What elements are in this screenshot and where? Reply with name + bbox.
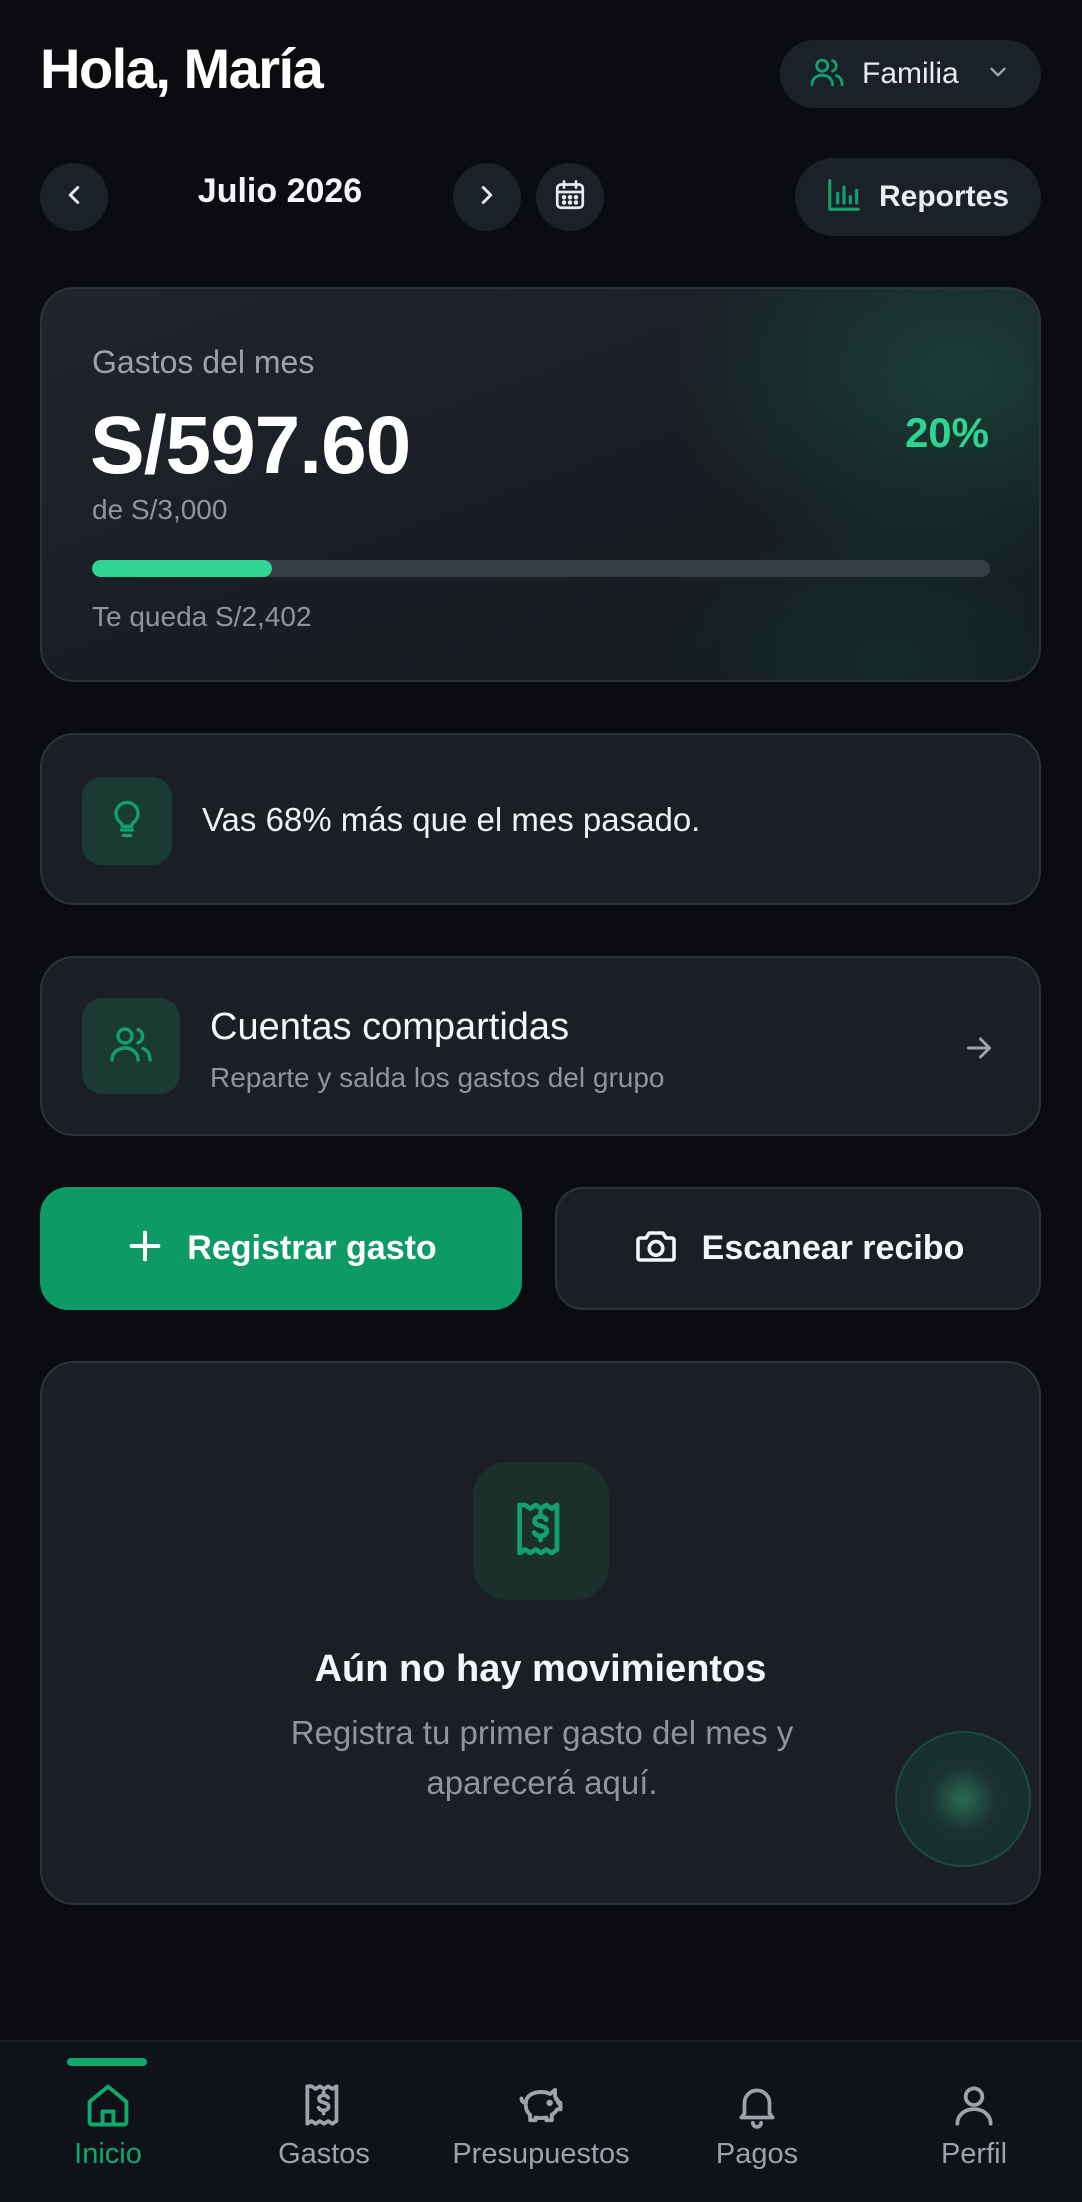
plus-icon (125, 1226, 165, 1271)
greeting-title: Hola, María (40, 37, 324, 100)
bar-chart-icon (825, 176, 863, 219)
current-month-label: Julio 2026 (197, 172, 363, 210)
shared-accounts-title: Cuentas compartidas (210, 1006, 570, 1048)
chevron-down-icon (985, 59, 1011, 90)
insight-icon-tile (82, 777, 172, 865)
register-expense-label: Registrar gasto (187, 1229, 437, 1267)
bottom-navigation: Inicio Gastos Presupuestos Pagos Perfil (0, 2040, 1082, 2202)
empty-state-icon-tile (473, 1462, 609, 1600)
group-selector-label: Familia (862, 57, 959, 90)
budget-progress-fill (92, 560, 272, 577)
transactions-empty-state: Aún no hay movimientos Registra tu prime… (40, 1361, 1041, 1905)
nav-item-pagos[interactable]: Pagos (649, 2042, 865, 2202)
bell-icon (732, 2078, 782, 2132)
summary-caption: Gastos del mes (92, 344, 315, 380)
spent-amount: S/597.60 (90, 400, 411, 491)
calendar-button[interactable] (536, 163, 604, 231)
arrow-right-icon (961, 1030, 997, 1071)
nav-item-label: Perfil (940, 2138, 1008, 2170)
previous-month-button[interactable] (40, 163, 108, 231)
next-month-button[interactable] (453, 163, 521, 231)
monthly-summary-card[interactable]: Gastos del mes S/597.60 20% de S/3,000 T… (40, 287, 1041, 682)
budget-progress-bar (92, 560, 990, 577)
users-icon (107, 1020, 155, 1073)
insight-card: Vas 68% más que el mes pasado. (40, 733, 1041, 905)
scan-receipt-button[interactable]: Escanear recibo (555, 1187, 1041, 1310)
nav-item-label: Gastos (278, 2138, 370, 2170)
shared-accounts-icon-tile (82, 998, 180, 1094)
empty-state-title: Aún no hay movimientos (314, 1648, 767, 1690)
chevron-left-icon (59, 180, 89, 215)
calendar-icon (552, 177, 588, 218)
shared-accounts-card[interactable]: Cuentas compartidas Reparte y salda los … (40, 956, 1041, 1136)
nav-item-label: Presupuestos (452, 2138, 630, 2170)
reports-button-label: Reportes (879, 180, 1010, 213)
users-icon (808, 53, 846, 96)
lightbulb-icon (105, 797, 149, 846)
receipt-icon (299, 2078, 349, 2132)
nav-item-presupuestos[interactable]: Presupuestos (433, 2042, 649, 2202)
scan-receipt-label: Escanear recibo (701, 1229, 965, 1267)
reports-button[interactable]: Reportes (795, 158, 1041, 236)
piggy-bank-icon (515, 2078, 567, 2132)
nav-item-gastos[interactable]: Gastos (216, 2042, 432, 2202)
empty-state-description: Registra tu primer gasto del mes y apare… (290, 1714, 794, 1801)
nav-item-label: Inicio (74, 2138, 142, 2170)
home-icon (82, 2078, 134, 2132)
shared-accounts-subtitle: Reparte y salda los gastos del grupo (210, 1062, 665, 1093)
user-icon (949, 2078, 999, 2132)
budget-total: de S/3,000 (92, 494, 228, 525)
spent-percent: 20% (904, 409, 989, 456)
nav-item-perfil[interactable]: Perfil (866, 2042, 1082, 2202)
register-expense-button[interactable]: Registrar gasto (40, 1187, 522, 1310)
nav-item-label: Pagos (715, 2138, 799, 2170)
floating-assistant-orb[interactable] (895, 1731, 1031, 1867)
chevron-right-icon (472, 180, 502, 215)
active-tab-indicator (67, 2058, 147, 2066)
camera-icon (632, 1222, 680, 1275)
nav-item-inicio[interactable]: Inicio (0, 2042, 216, 2202)
receipt-icon (509, 1497, 573, 1566)
group-selector[interactable]: Familia (780, 40, 1041, 108)
budget-remaining: Te queda S/2,402 (92, 601, 312, 632)
insight-text: Vas 68% más que el mes pasado. (202, 801, 701, 838)
